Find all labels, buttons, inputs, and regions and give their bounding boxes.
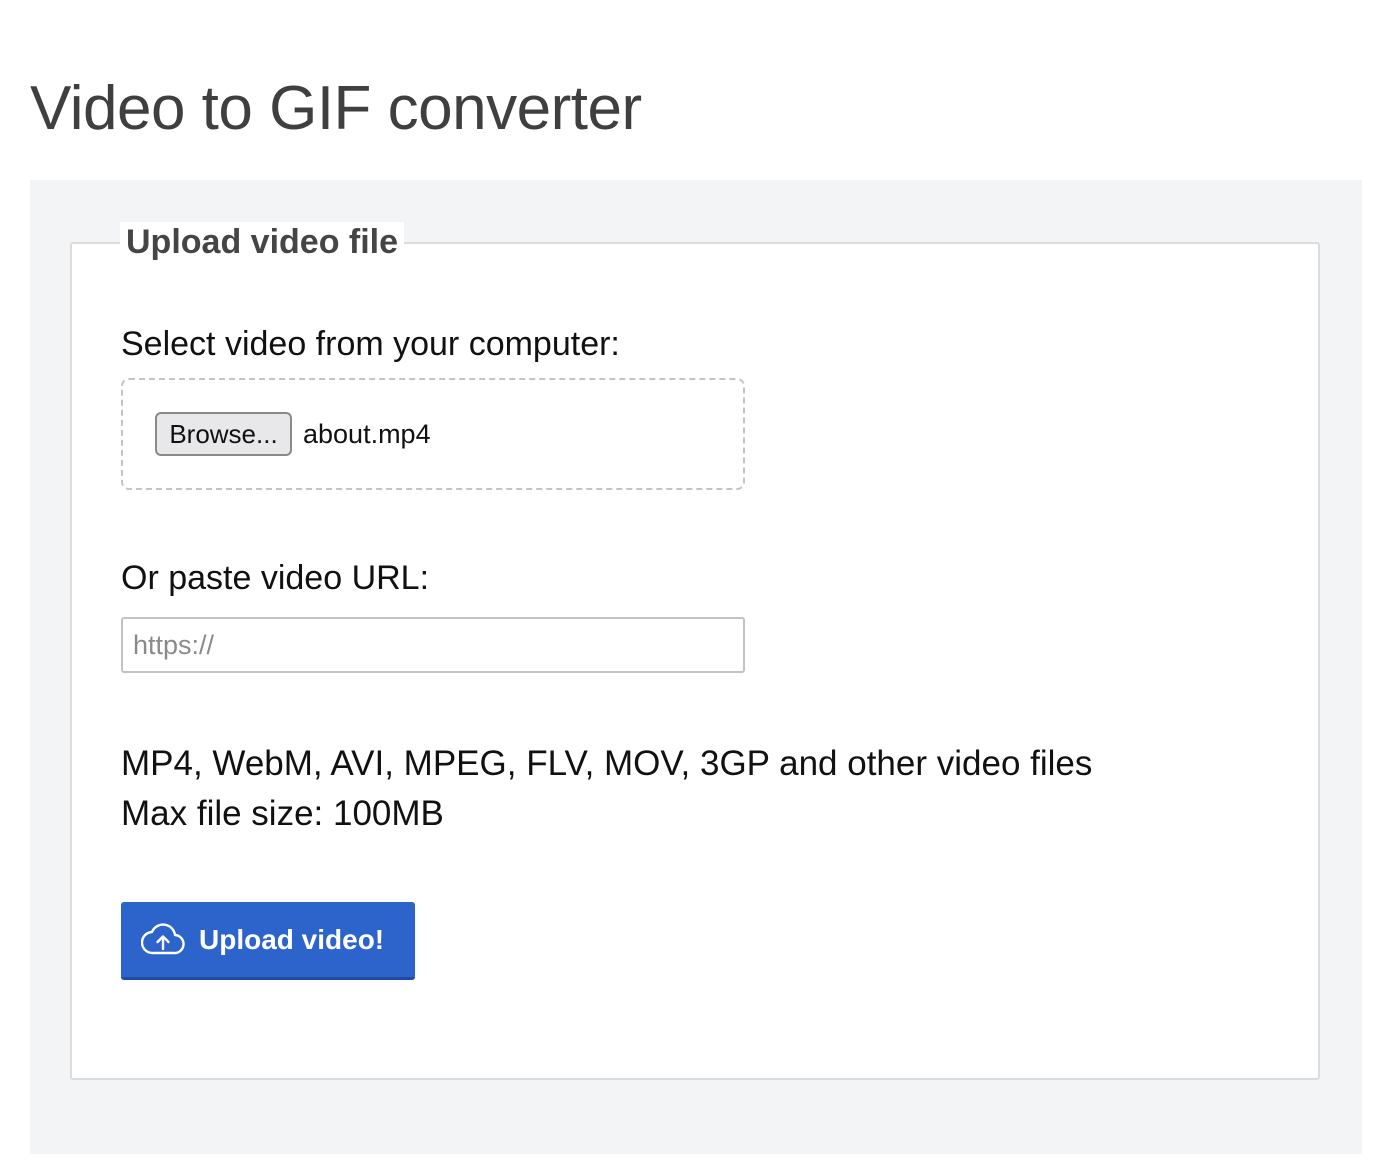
max-file-size-text: Max file size: 100MB [121,794,444,833]
page-title: Video to GIF converter [30,74,642,143]
video-url-label: Or paste video URL: [121,559,430,597]
browse-button[interactable]: Browse... [155,412,292,456]
upload-video-button-label: Upload video! [199,923,385,955]
upload-fieldset-legend: Upload video file [120,222,405,262]
upload-video-button[interactable]: Upload video! [121,902,415,980]
video-url-input[interactable] [121,617,745,673]
converter-panel: Upload video file Select video from your… [30,180,1362,1154]
cloud-upload-icon [141,922,185,954]
file-select-label: Select video from your computer: [121,325,620,363]
selected-file-name: about.mp4 [303,419,431,449]
upload-fieldset: Upload video file Select video from your… [70,222,1320,1080]
supported-formats-text: MP4, WebM, AVI, MPEG, FLV, MOV, 3GP and … [121,744,1093,783]
file-dropzone[interactable]: Browse... about.mp4 [121,378,745,490]
